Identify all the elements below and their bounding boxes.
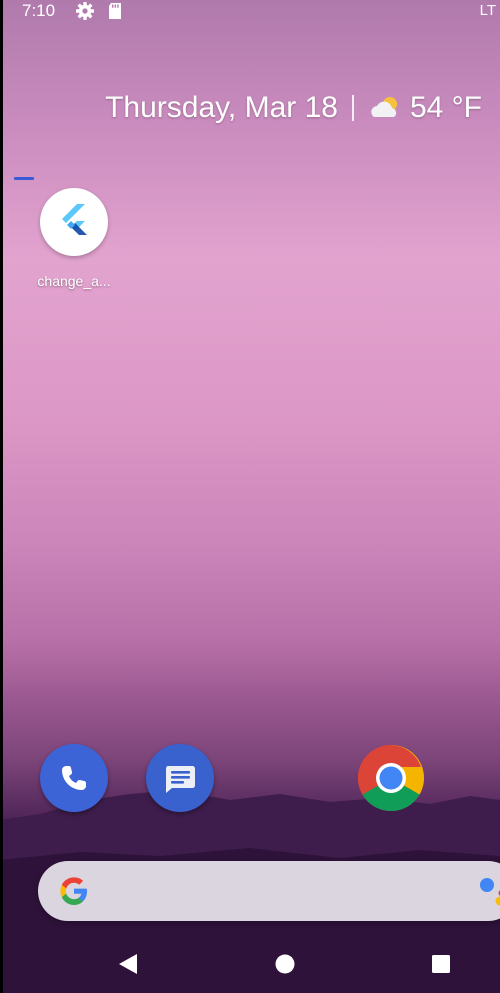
glance-divider <box>351 95 354 121</box>
network-indicator: LT <box>479 2 496 19</box>
status-time: 7:10 <box>22 1 56 20</box>
page-indicator <box>14 177 34 180</box>
sd-card-icon <box>109 3 121 19</box>
back-button[interactable] <box>116 952 140 976</box>
home-button[interactable] <box>273 952 297 976</box>
status-bar: 7:10 LT <box>0 0 500 22</box>
at-a-glance-widget[interactable]: Thursday, Mar 18 54 °F <box>105 88 482 128</box>
glance-date[interactable]: Thursday, Mar 18 <box>105 91 338 125</box>
screen-edge <box>0 0 3 993</box>
app-shortcut[interactable]: change_a... <box>34 188 114 289</box>
flutter-icon <box>62 204 87 235</box>
app-label: change_a... <box>37 273 111 289</box>
phone-icon <box>62 766 86 790</box>
app-icon[interactable] <box>40 188 108 256</box>
chrome-icon <box>357 745 425 812</box>
google-g-icon <box>60 877 87 905</box>
chrome-app-button[interactable] <box>357 744 425 812</box>
phone-app-button[interactable] <box>40 744 108 812</box>
partly-cloudy-icon[interactable] <box>368 93 404 123</box>
assistant-icon[interactable] <box>478 875 500 907</box>
recents-icon <box>432 955 450 973</box>
google-search-bar[interactable] <box>38 861 500 921</box>
navigation-bar <box>0 935 500 993</box>
glance-temperature[interactable]: 54 °F <box>410 91 482 125</box>
messages-icon <box>166 766 195 793</box>
messages-app-button[interactable] <box>146 744 214 812</box>
recents-button[interactable] <box>429 952 453 976</box>
back-icon <box>119 954 137 974</box>
home-icon <box>275 954 295 974</box>
gear-icon <box>76 2 94 20</box>
